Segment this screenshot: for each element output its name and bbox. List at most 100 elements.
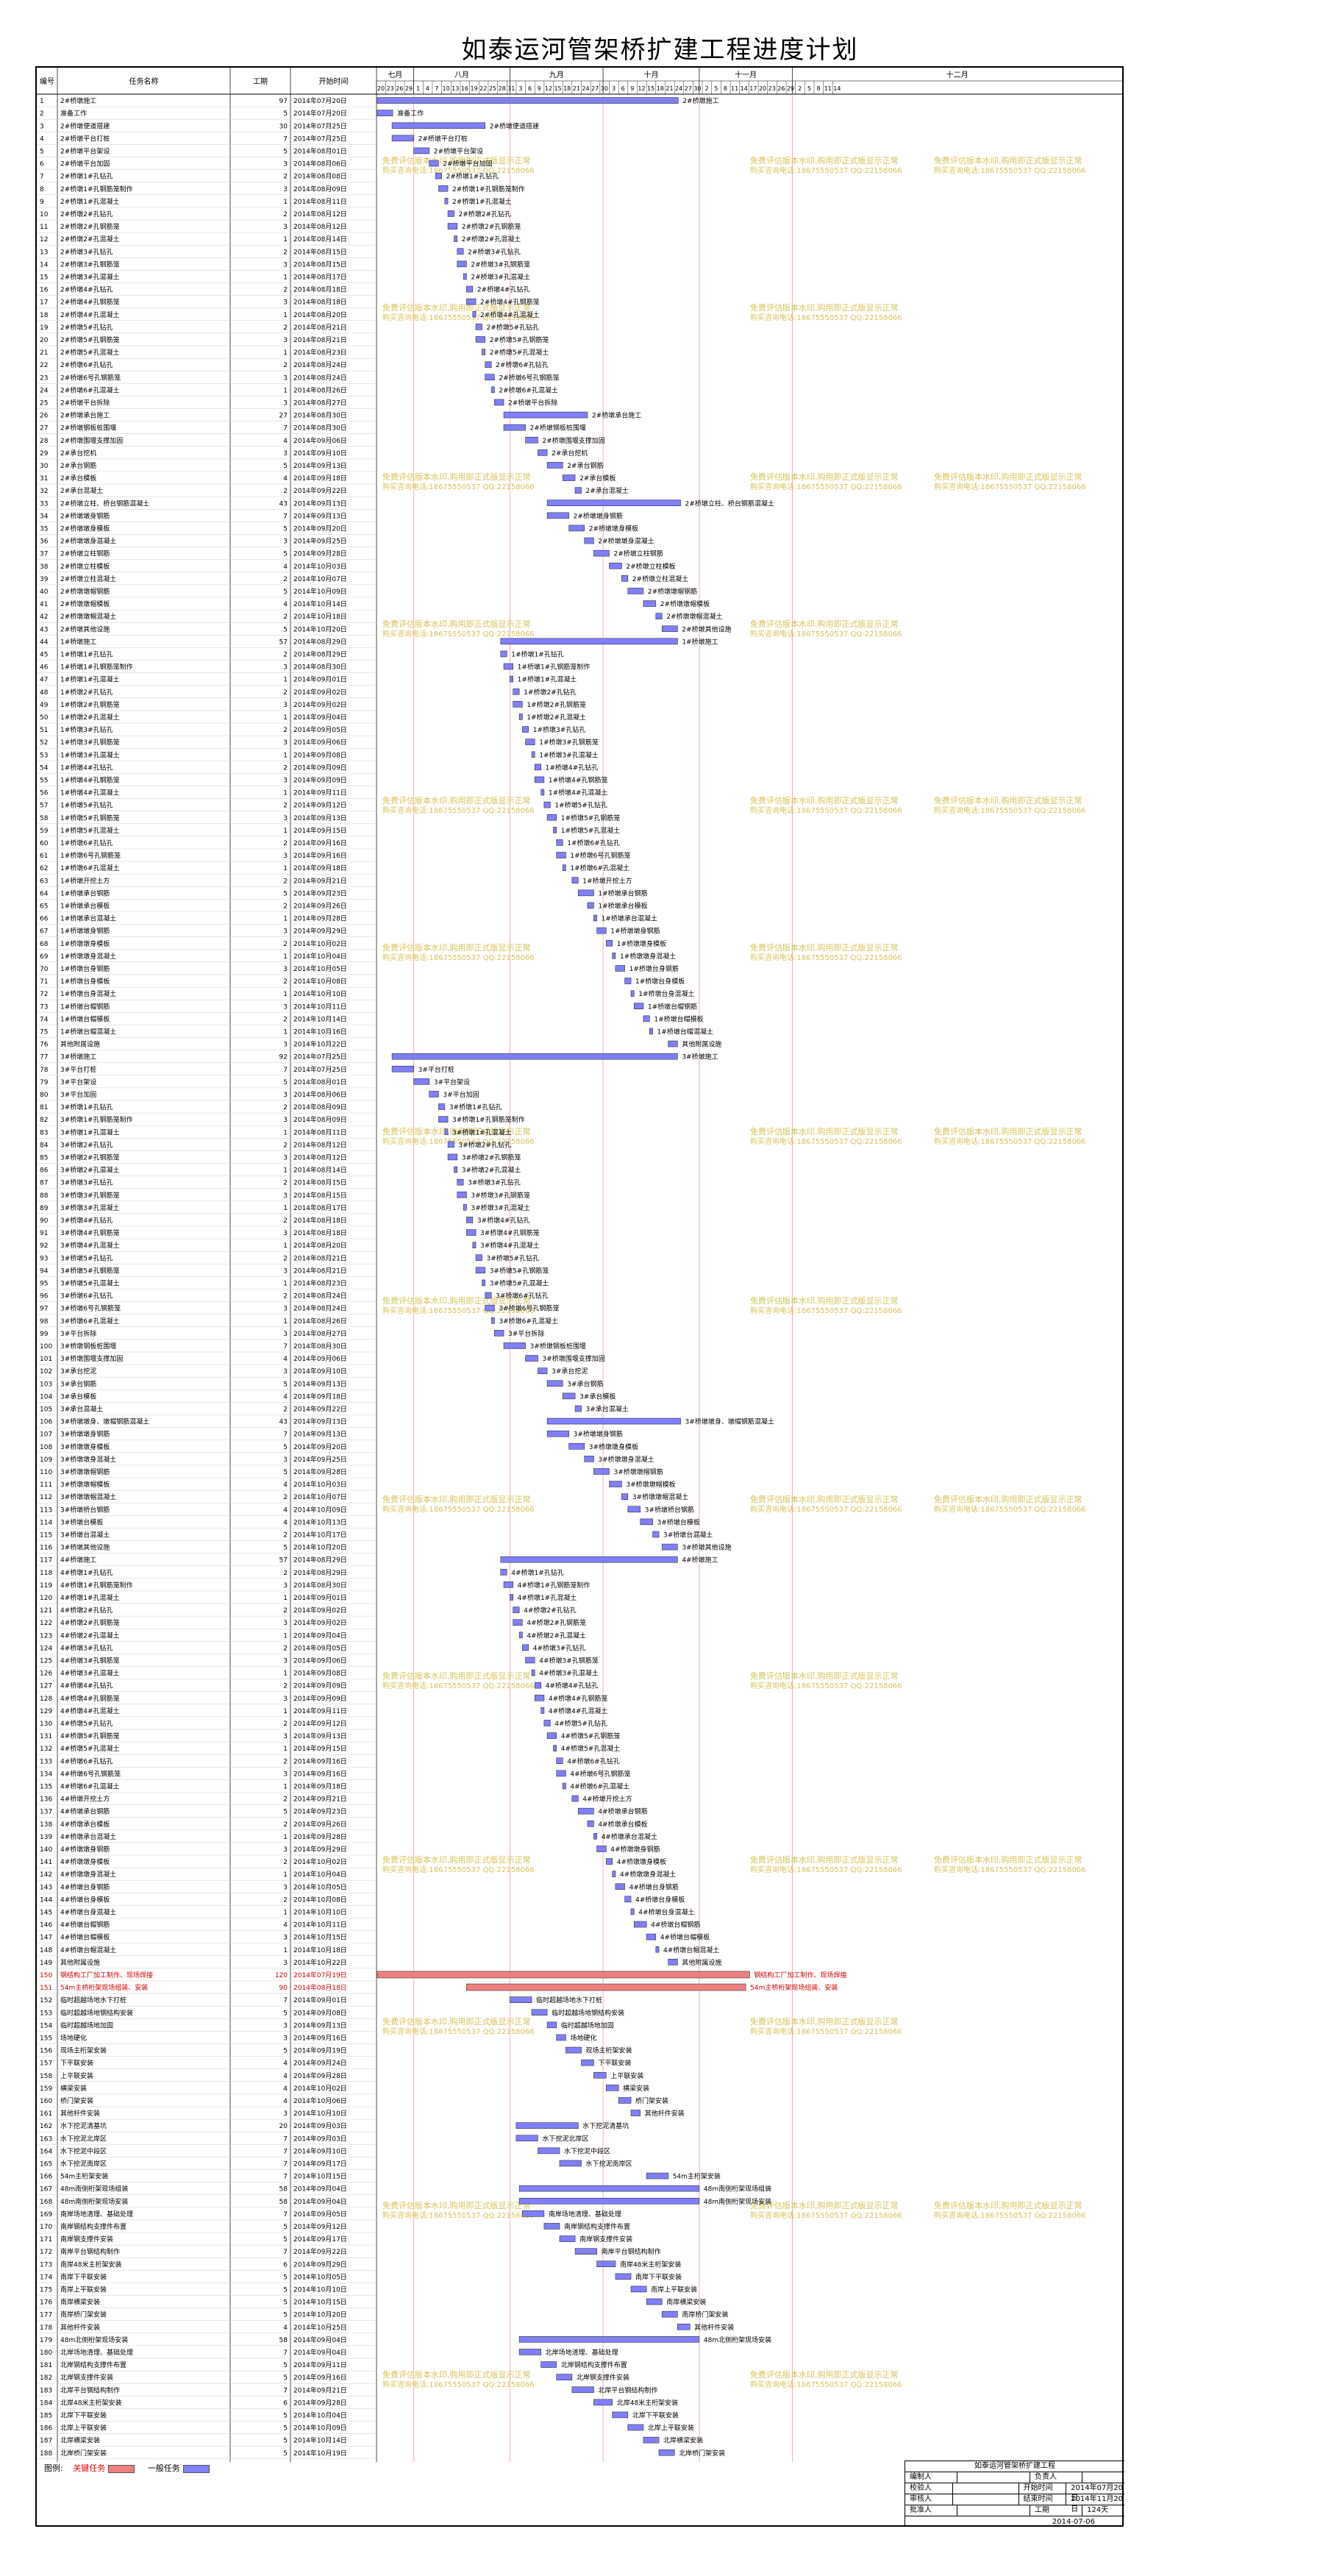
task-bar (541, 2361, 557, 2368)
day-label: 20 (759, 85, 766, 92)
task-bar (574, 1405, 582, 1412)
task-bar-label: 上平联安装 (610, 2071, 643, 2080)
task-duration: 3 (283, 1960, 288, 1967)
task-no: 155 (40, 2035, 52, 2042)
task-start: 2014年10月05日 (293, 2272, 347, 2281)
task-duration: 3 (283, 1331, 288, 1338)
header-name: 任务名称 (129, 77, 159, 86)
task-duration: 5 (283, 1444, 288, 1451)
task-no: 23 (40, 374, 48, 382)
task-start: 2014年08月12日 (293, 1140, 347, 1149)
task-name: 上平联安装 (60, 2071, 93, 2080)
task-name: 南岸场地清理、基础处理 (60, 2210, 133, 2219)
task-no: 88 (40, 1192, 49, 1200)
task-duration: 4 (283, 601, 288, 608)
day-label: 22 (479, 85, 487, 92)
task-start: 2014年08月30日 (293, 1581, 347, 1590)
task-start: 2014年09月06日 (293, 436, 347, 445)
task-bar-label: 4#桥墩5#孔钻孔 (554, 1719, 607, 1728)
task-bar (646, 2172, 668, 2180)
task-bar (510, 1594, 513, 1601)
task-name: 3#承台钢筋 (60, 1379, 96, 1388)
day-label: 30 (693, 85, 701, 92)
task-name: 1#桥墩墩身混凝土 (60, 952, 116, 961)
task-duration: 1 (283, 1783, 288, 1790)
task-name: 4#桥墩开挖土方 (60, 1795, 110, 1804)
task-bar-label: 1#桥墩施工 (682, 637, 718, 646)
task-duration: 1 (283, 236, 288, 243)
task-bar-label: 3#承台混凝土 (586, 1404, 629, 1413)
task-bar-label: 1#桥墩2#孔钻孔 (524, 688, 577, 697)
task-bar (466, 1229, 477, 1236)
task-bar-label: 4#桥墩3#孔钢筋笼 (539, 1656, 599, 1665)
task-duration: 5 (283, 1545, 288, 1552)
task-name: 4#桥墩4#孔钻孔 (60, 1682, 113, 1690)
task-no: 87 (40, 1180, 48, 1187)
task-no: 123 (40, 1632, 52, 1640)
task-start: 2014年09月21日 (293, 1795, 347, 1804)
task-bar-label: 南岸48米主桁架安装 (620, 2260, 681, 2269)
task-duration: 2 (283, 1758, 288, 1765)
task-duration: 1 (283, 714, 288, 722)
task-bar (503, 663, 513, 670)
task-duration: 3 (283, 1935, 288, 1942)
task-bar-label: 4#桥墩开挖土方 (582, 1795, 632, 1804)
task-bar (518, 714, 523, 720)
watermark-text: 免费评估版本水印,购用即正式版显示正常 (382, 2200, 531, 2210)
task-duration: 3 (283, 702, 288, 709)
watermark-text: 购买咨询电话:18675550537 QQ:22158066 (750, 2210, 902, 2220)
watermark-text: 购买咨询电话:18675550537 QQ:22158066 (382, 953, 535, 962)
watermark-text: 购买咨询电话:18675550537 QQ:22158066 (934, 2210, 1086, 2220)
task-bar (584, 537, 594, 544)
task-bar-label: 3#桥墩2#孔混凝土 (462, 1166, 521, 1175)
task-no: 159 (40, 2085, 52, 2093)
day-label: 23 (768, 85, 776, 92)
task-start: 2014年10月09日 (293, 1505, 347, 1514)
day-label: 2 (705, 85, 709, 92)
task-bar-label: 3#桥墩5#孔钢筋笼 (490, 1266, 549, 1275)
task-no: 35 (40, 525, 48, 533)
task-no: 36 (40, 538, 49, 546)
task-duration: 1 (283, 1129, 288, 1136)
project-info-box: 如泰运河管架桥扩建工程 编制人 负责人 校验人 开始时间 2014年07月20日 … (905, 2461, 1124, 2526)
task-duration: 5 (283, 2425, 288, 2433)
task-start: 2014年09月04日 (293, 2197, 347, 2206)
task-name: 水下挖泥南岸区 (60, 2159, 107, 2168)
task-no: 131 (40, 1733, 52, 1740)
task-bar (482, 1279, 485, 1287)
task-bar (525, 1355, 538, 1362)
task-bar-label: 3#桥墩墩帽混凝土 (632, 1492, 688, 1501)
task-start: 2014年08月24日 (293, 373, 347, 382)
task-name: 1#桥墩墩身钢筋 (60, 927, 110, 936)
task-bar-label: 4#桥墩承台混凝土 (602, 1832, 657, 1841)
task-bar (518, 2185, 700, 2192)
task-duration: 3 (283, 1368, 288, 1376)
task-start: 2014年10月02日 (293, 1857, 347, 1866)
task-start: 2014年08月20日 (293, 310, 347, 319)
task-bar-label: 3#桥墩1#孔钻孔 (449, 1103, 502, 1111)
task-name: 4#桥墩台帽混凝土 (60, 1946, 116, 1954)
task-name: 4#桥墩1#孔钢筋笼制作 (60, 1581, 133, 1590)
task-bar (438, 1103, 446, 1110)
task-bar (609, 1481, 622, 1487)
task-bar (503, 411, 588, 419)
task-start: 2014年09月04日 (293, 1631, 347, 1640)
task-no: 14 (40, 261, 49, 268)
task-no: 46 (40, 664, 49, 672)
task-duration: 1 (283, 865, 288, 872)
task-no: 147 (40, 1935, 52, 1942)
task-bar-label: 3#桥墩6#孔混凝土 (499, 1317, 558, 1326)
task-bar (633, 1921, 647, 1928)
task-bar-label: 4#桥墩4#孔混凝土 (549, 1707, 608, 1715)
task-bar (596, 927, 607, 934)
task-start: 2014年09月01日 (293, 675, 347, 684)
watermark-text: 免费评估版本水印,购用即正式版显示正常 (750, 1854, 899, 1865)
task-bar-label: 1#桥墩墩身模板 (617, 939, 666, 948)
watermark-text: 免费评估版本水印,购用即正式版显示正常 (382, 795, 531, 805)
task-bar-label: 1#桥墩1#孔混凝土 (518, 675, 577, 684)
task-duration: 1 (283, 1834, 288, 1841)
task-start: 2014年08月29日 (293, 637, 347, 646)
task-name: 2#桥墩2#孔钢筋笼 (60, 222, 120, 231)
task-bar (621, 1493, 629, 1500)
task-name: 北岸钢支撑件安装 (60, 2373, 113, 2382)
